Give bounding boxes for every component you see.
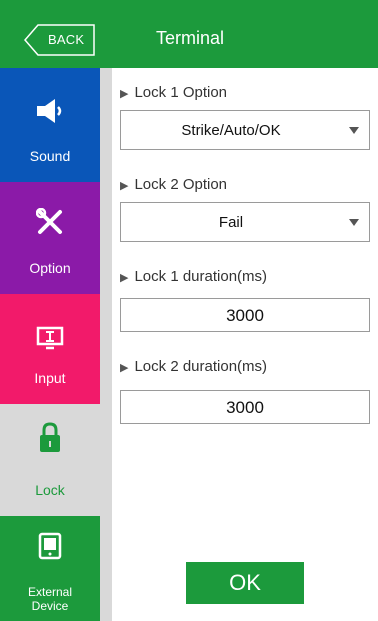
sidebar-item-sound[interactable]: Sound xyxy=(0,68,100,182)
lock2-duration-value: 3000 xyxy=(226,398,264,417)
triangle-bullet-icon: ▶ xyxy=(120,88,129,100)
lock2-duration-label-text: Lock 2 duration(ms) xyxy=(134,358,268,375)
lock1-option-select[interactable]: Strike/Auto/OK xyxy=(120,110,370,150)
triangle-bullet-icon: ▶ xyxy=(120,180,129,192)
sidebar-item-option[interactable]: Option xyxy=(0,182,100,294)
sidebar-item-input[interactable]: Input xyxy=(0,294,100,404)
lock-icon xyxy=(0,422,100,454)
back-button[interactable]: BACK xyxy=(24,24,96,56)
sidebar-item-lock[interactable]: Lock xyxy=(0,404,100,516)
sidebar-item-label: Option xyxy=(29,260,71,276)
tablet-icon xyxy=(0,532,100,560)
lock2-duration-label: ▶ Lock 2 duration(ms) xyxy=(120,358,267,375)
dropdown-arrow-icon xyxy=(349,127,359,134)
sidebar-item-label: Input xyxy=(34,370,66,386)
sidebar-item-external-device[interactable]: External Device xyxy=(0,516,100,621)
lock2-duration-input[interactable]: 3000 xyxy=(120,390,370,424)
lock1-option-label: ▶ Lock 1 Option xyxy=(120,84,227,101)
sidebar-scrollbar[interactable] xyxy=(100,68,112,621)
lock2-option-label: ▶ Lock 2 Option xyxy=(120,176,227,193)
triangle-bullet-icon: ▶ xyxy=(120,362,129,374)
sidebar-item-label-line2: Device xyxy=(31,599,69,613)
lock1-option-label-text: Lock 1 Option xyxy=(134,84,228,101)
triangle-bullet-icon: ▶ xyxy=(120,272,129,284)
lock1-duration-value: 3000 xyxy=(226,306,264,325)
sidebar: Sound Option Input Lock External Device xyxy=(0,68,100,621)
dropdown-arrow-icon xyxy=(349,219,359,226)
lock1-option-value: Strike/Auto/OK xyxy=(181,122,281,139)
header-bar: BACK Terminal xyxy=(0,0,378,68)
sidebar-item-label: External Device xyxy=(0,585,100,613)
lock2-option-label-text: Lock 2 Option xyxy=(134,176,228,193)
lock2-option-value: Fail xyxy=(218,214,244,231)
input-monitor-icon xyxy=(0,326,100,350)
lock1-duration-input[interactable]: 3000 xyxy=(120,298,370,332)
page-title: Terminal xyxy=(156,28,225,48)
sidebar-item-label: Sound xyxy=(29,148,71,164)
sidebar-item-label: Lock xyxy=(35,482,65,498)
lock1-duration-label-text: Lock 1 duration(ms) xyxy=(134,268,268,285)
ok-button[interactable]: OK xyxy=(186,562,304,604)
sidebar-item-label-line1: External xyxy=(27,585,73,599)
lock-settings-panel: ▶ Lock 1 Option Strike/Auto/OK ▶ Lock 2 Op… xyxy=(112,68,378,621)
tools-icon xyxy=(0,208,100,236)
back-button-label: BACK xyxy=(48,32,85,47)
lock2-option-select[interactable]: Fail xyxy=(120,202,370,242)
speaker-icon xyxy=(0,98,100,124)
lock1-duration-label: ▶ Lock 1 duration(ms) xyxy=(120,268,267,285)
